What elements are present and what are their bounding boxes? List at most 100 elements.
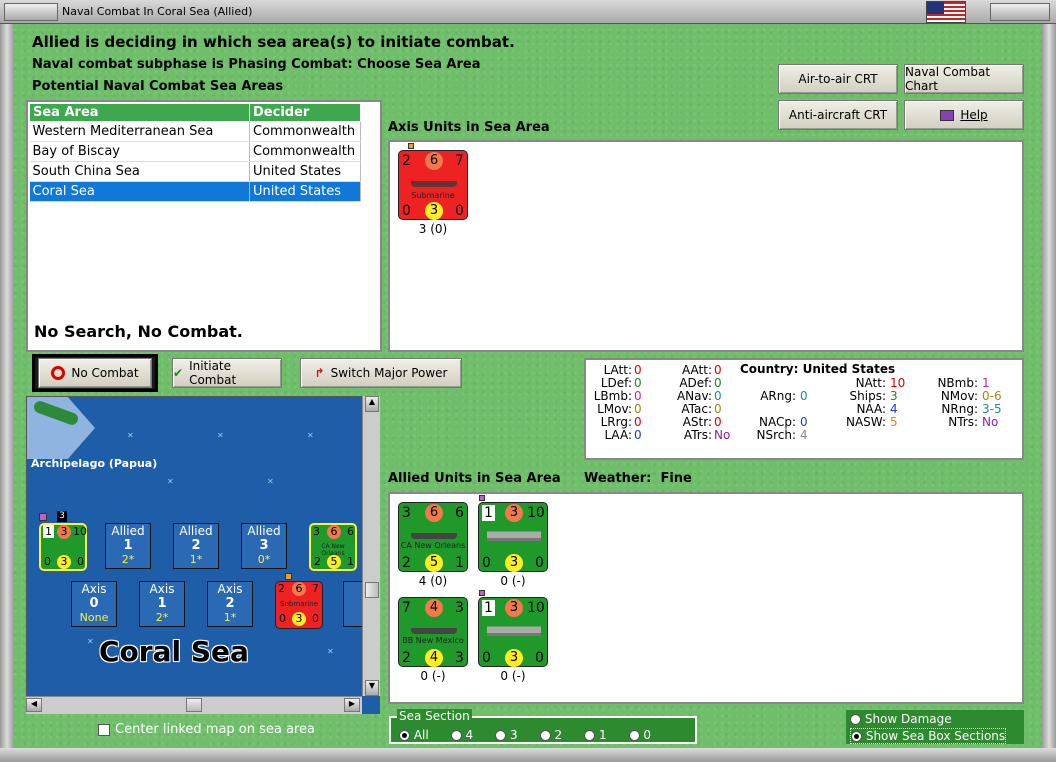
title-bar: Naval Combat In Coral Sea (Allied) [0, 0, 1056, 24]
box-title: Allied [247, 524, 281, 538]
stack-count-badge: 3 [57, 511, 67, 522]
table-row-selected[interactable]: Coral Sea United States [29, 181, 361, 202]
scroll-up-button[interactable]: ▲ [365, 396, 379, 412]
allied-transport-counter[interactable]: 1 3 10 0 3 0 [478, 502, 548, 572]
show-sea-box-sections-option[interactable]: Show Sea Box Sections [850, 728, 1007, 744]
box-title: Axis [81, 582, 107, 596]
allied-sea-box-1[interactable]: Allied 1 2* [105, 523, 151, 569]
checkmark-icon: ✔ [173, 366, 184, 380]
allied-sea-box-3[interactable]: Allied 3 0* [241, 523, 287, 569]
stat-key: LMov: [597, 402, 632, 416]
sea-section-option-0[interactable]: 0 [628, 728, 651, 742]
air-to-air-crt-button[interactable]: Air-to-air CRT [778, 64, 898, 94]
no-combat-button[interactable]: No Combat [38, 358, 152, 388]
naval-combat-chart-button[interactable]: Naval Combat Chart [904, 64, 1024, 94]
axis-sea-box-2[interactable]: Axis 2 1* [207, 581, 253, 627]
stat-key: ANav: [676, 389, 712, 403]
counter-stat: 2 [402, 555, 411, 571]
box-value: 0* [257, 553, 271, 566]
stat-key: NTrs: [948, 415, 978, 429]
stat-value: 0 [634, 415, 642, 429]
show-damage-option[interactable]: Show Damage [850, 712, 952, 726]
allied-transport-counter[interactable]: 1 3 10 0 3 0 [478, 597, 548, 667]
box-number: 1 [123, 538, 133, 553]
counter-stat: 0 [535, 555, 544, 571]
map-submarine-counter[interactable]: 2 6 7 Submarine 0 3 0 [275, 581, 323, 629]
allied-sea-box-2[interactable]: Allied 2 1* [173, 523, 219, 569]
counter-stat: 3 [425, 202, 443, 220]
map-ca-new-orleans-counter[interactable]: 3 6 6 CA New Orleans 2 5 1 [309, 523, 357, 571]
table-row[interactable]: Bay of Biscay Commonwealth [29, 141, 361, 162]
status-line-2: Naval combat subphase is Phasing Combat:… [32, 57, 481, 72]
scroll-down-button[interactable]: ▼ [365, 680, 379, 696]
box-title: Axis [149, 582, 175, 596]
stat-key: LRrg: [600, 415, 632, 429]
option-label: 3 [510, 728, 518, 742]
table-row[interactable]: South China Sea United States [29, 161, 361, 182]
scroll-thumb[interactable] [186, 698, 202, 712]
sea-section-label: Sea Section [397, 709, 472, 723]
counter-stat: 2 [402, 153, 411, 169]
counter-stat: 4 [425, 649, 443, 667]
allied-ca-new-orleans-counter[interactable]: 3 6 6 CA New Orleans 2 5 1 [398, 502, 468, 572]
map-allied-stack[interactable]: 1 3 10 0 3 0 [39, 523, 87, 571]
counter-stat: 0 [312, 612, 319, 625]
counter-stat: 2 [314, 555, 321, 568]
counter-stat: 3 [57, 555, 71, 569]
option-label: 2 [554, 728, 563, 742]
axis-submarine-counter[interactable]: 2 6 7 Submarine 0 3 0 [398, 150, 468, 220]
scroll-left-button[interactable]: ◀ [26, 698, 42, 712]
box-number: 2 [225, 596, 235, 611]
window-controls-button[interactable] [990, 3, 1050, 21]
switch-major-power-button[interactable]: ↱ Switch Major Power [300, 358, 462, 388]
counter-stat: 5 [327, 555, 341, 569]
sea-section-option-3[interactable]: 3 [495, 728, 518, 742]
sea-section-option-4[interactable]: 4 [450, 728, 473, 742]
help-button[interactable]: Help [904, 100, 1024, 130]
counter-stat: 5 [425, 554, 443, 572]
stat-value: 0 [714, 376, 722, 390]
allied-units-heading: Allied Units in Sea Area [388, 471, 561, 486]
no-entry-icon [51, 366, 66, 380]
stat-value: 4 [800, 428, 808, 442]
sea-section-option-all[interactable]: All [399, 728, 429, 742]
stat-key: NBmb: [937, 376, 978, 390]
marker-icon [479, 590, 485, 596]
box-title: Axis [217, 582, 243, 596]
box-number: 2 [191, 538, 201, 553]
sea-map-view[interactable]: Archipelago (Papua) ✕ ✕ ✕ ✕ ✕ ✕ ✕ 3 1 3 … [26, 396, 380, 714]
map-vertical-scrollbar[interactable]: ▲ ▼ [362, 396, 380, 696]
counter-stat: 3 [455, 650, 464, 666]
initiate-combat-button[interactable]: ✔ Initiate Combat [172, 358, 282, 388]
system-menu-button[interactable] [4, 3, 58, 21]
allied-bb-new-mexico-counter[interactable]: 7 4 3 BB New Mexico 2 4 3 [398, 597, 468, 667]
counter-stat: 6 [327, 525, 341, 539]
stat-key: NMov: [940, 389, 978, 403]
stat-key: NACp: [758, 415, 796, 429]
anti-aircraft-crt-button[interactable]: Anti-aircraft CRT [778, 100, 898, 130]
stat-value: 5 [890, 415, 898, 429]
col-header-sea-area[interactable]: Sea Area [29, 103, 250, 122]
scroll-right-button[interactable]: ▶ [344, 698, 360, 712]
land-hex [27, 397, 95, 459]
center-linked-checkbox-row[interactable]: Center linked map on sea area [98, 722, 315, 737]
axis-sea-box-1[interactable]: Axis 1 2* [139, 581, 185, 627]
scroll-thumb[interactable] [365, 582, 379, 598]
sea-section-option-2[interactable]: 2 [539, 728, 563, 742]
counter-stat: 6 [455, 505, 464, 521]
counter-stat: 3 [402, 505, 411, 521]
axis-sea-box-0[interactable]: Axis 0 None [71, 581, 117, 627]
table-row[interactable]: Western Mediterranean Sea Commonwealth [29, 121, 361, 142]
counter-stat: 10 [73, 525, 87, 538]
axis-units-panel: 2 6 7 Submarine 0 3 0 3 (0) [388, 140, 1024, 352]
stat-key: LAtt: [603, 363, 632, 377]
counter-stat: 6 [425, 152, 443, 170]
country-line: Country: United States [740, 362, 895, 376]
battleship-icon [411, 628, 457, 634]
sea-section-option-1[interactable]: 1 [584, 728, 607, 742]
decider-cell: Commonwealth [249, 121, 361, 142]
decider-cell: Commonwealth [249, 141, 361, 162]
checkbox[interactable] [98, 723, 110, 736]
col-header-decider[interactable]: Decider [249, 103, 361, 122]
map-horizontal-scrollbar[interactable]: ◀ ▶ [26, 696, 362, 714]
